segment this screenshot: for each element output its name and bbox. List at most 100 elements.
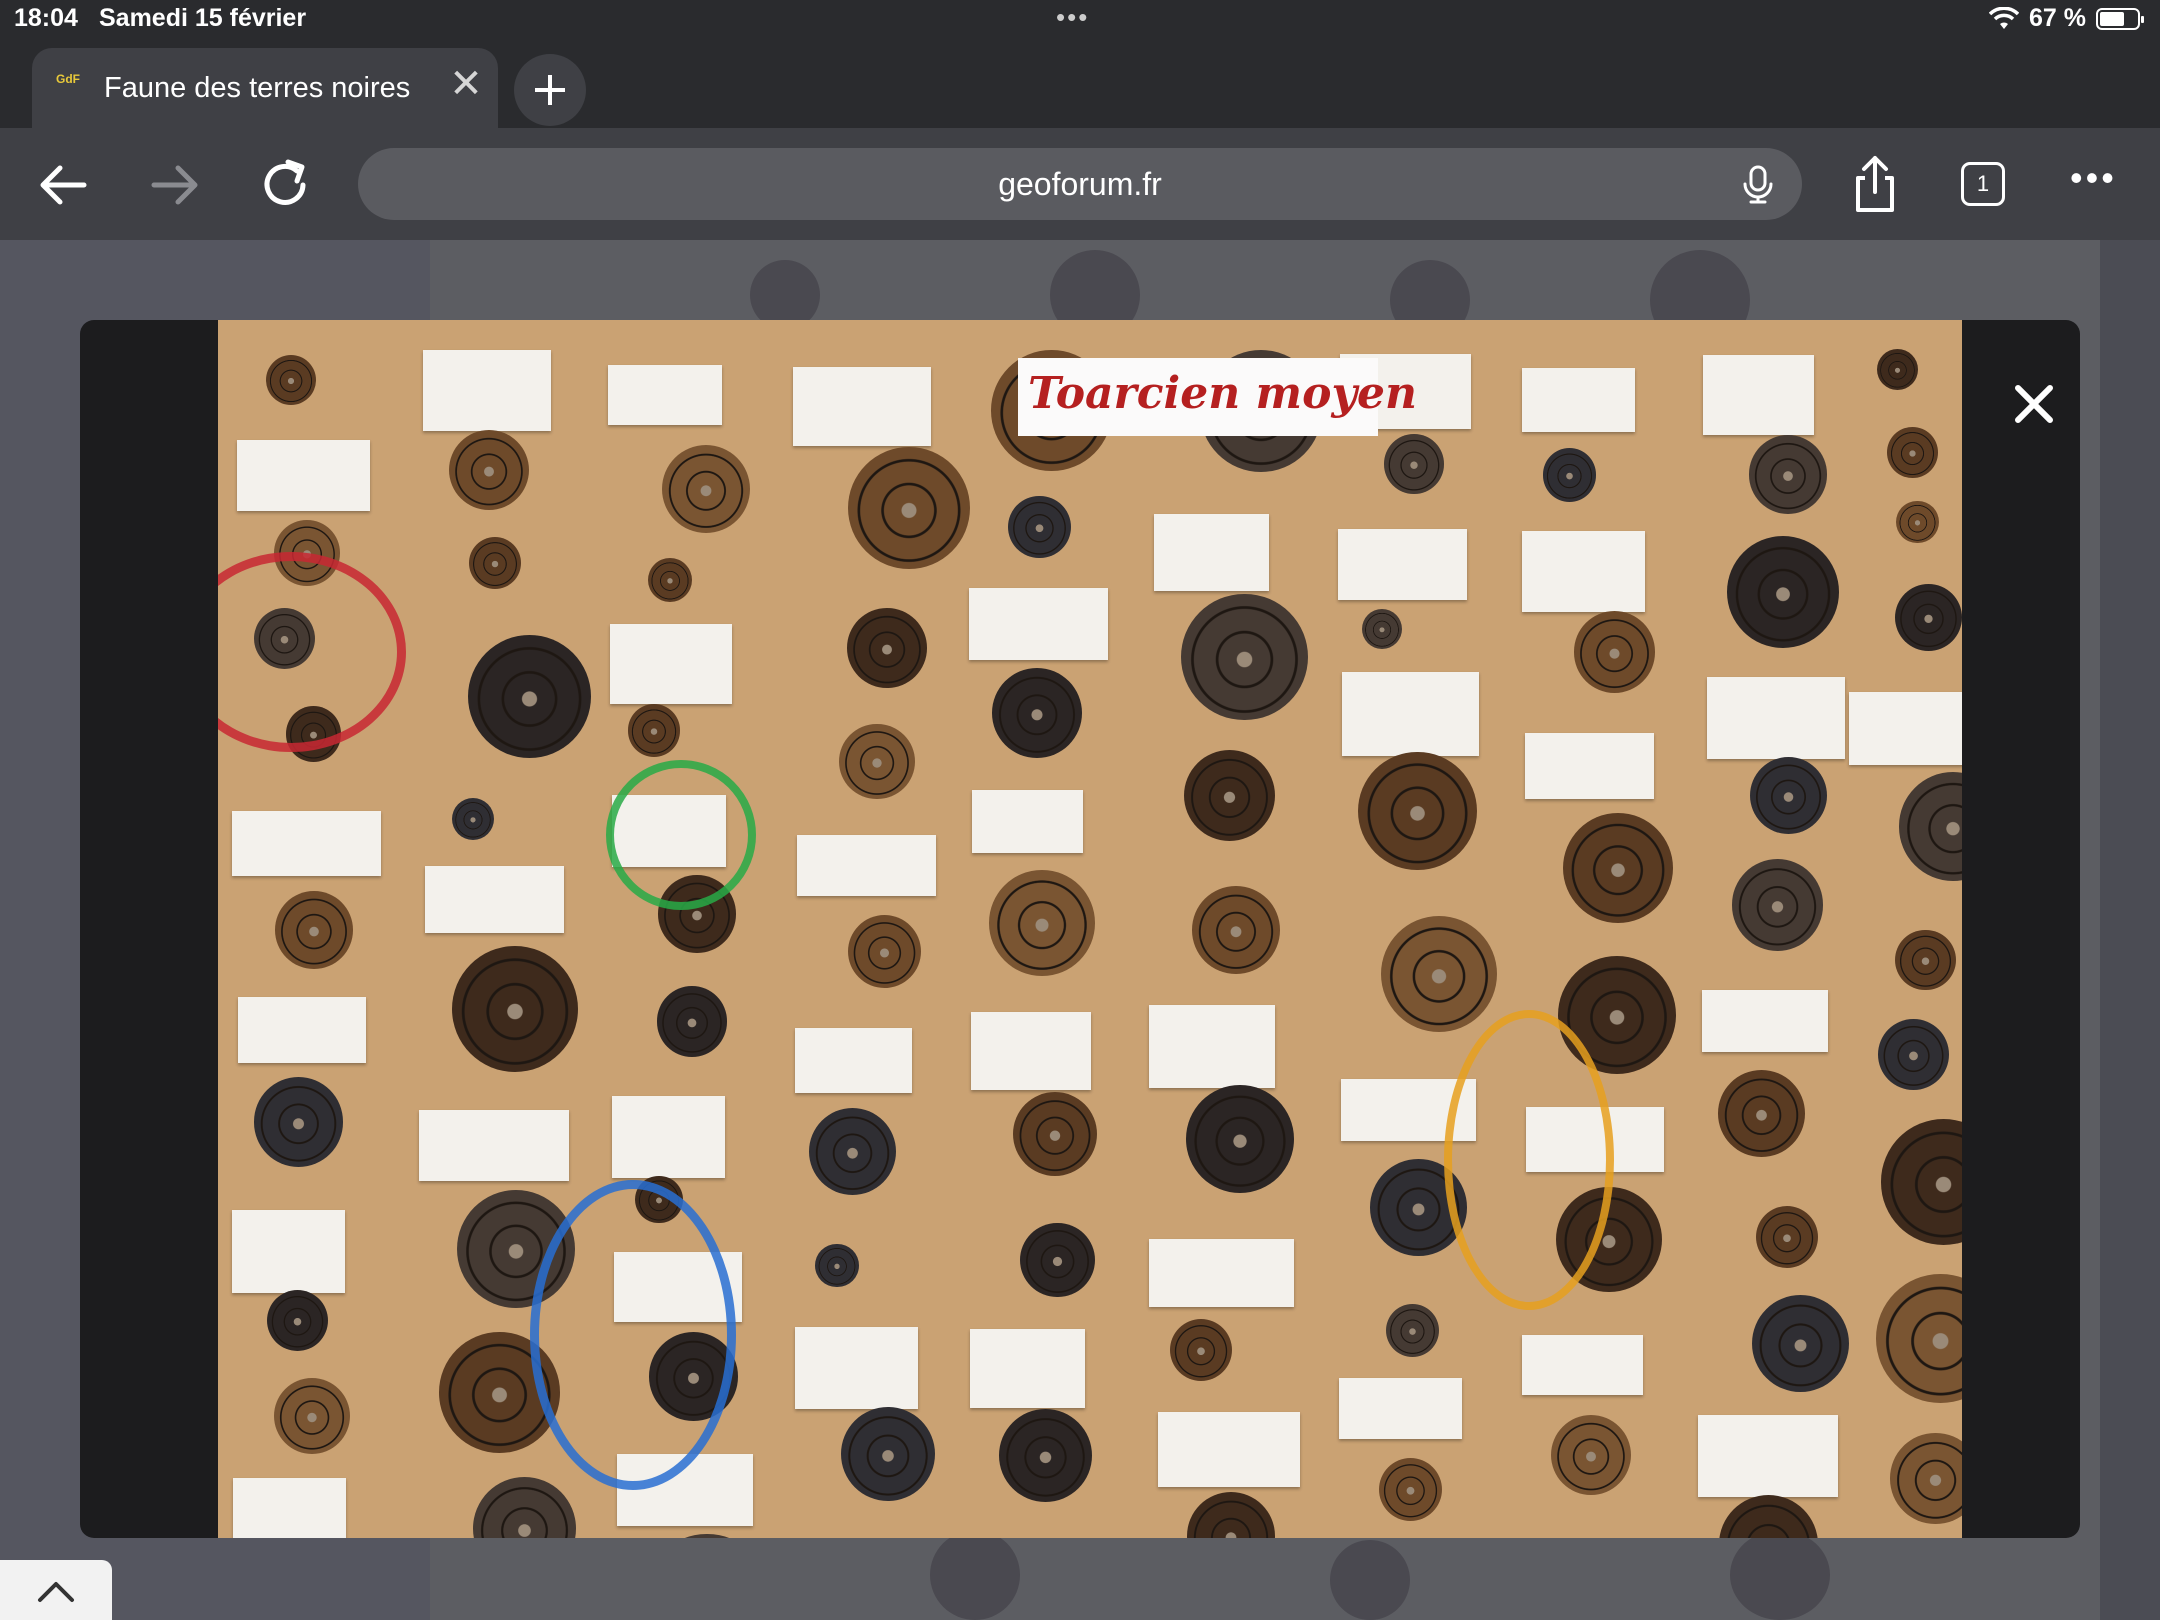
ammonite-fossil xyxy=(841,1406,936,1501)
ammonite-fossil xyxy=(1876,1274,1962,1403)
ammonite-fossil xyxy=(1718,1069,1805,1157)
ammonite-fossil xyxy=(472,1477,576,1538)
close-icon[interactable] xyxy=(2004,374,2064,434)
tab-active[interactable]: GdF Faune des terres noires ✕ xyxy=(32,48,498,130)
ammonite-fossil xyxy=(1379,1457,1443,1521)
specimen-label xyxy=(418,1109,569,1182)
blue-circle-annotation xyxy=(530,1180,736,1490)
forward-arrow-icon[interactable] xyxy=(140,150,210,220)
ammonite-fossil xyxy=(274,1378,351,1455)
ammonite-fossil xyxy=(1898,772,1962,881)
tab-close-icon[interactable]: ✕ xyxy=(444,62,488,106)
ammonite-fossil xyxy=(846,607,927,688)
specimen-label xyxy=(968,588,1109,660)
specimen-label xyxy=(424,866,565,933)
specimen-label xyxy=(236,440,371,511)
page-content: Toarcien moyen xyxy=(0,240,2160,1620)
green-circle-annotation xyxy=(606,760,756,910)
ammonite-fossil xyxy=(1896,500,1939,544)
ammonite-fossil xyxy=(1013,1091,1098,1177)
ammonite-fossil xyxy=(468,537,521,590)
battery-icon xyxy=(2096,7,2144,30)
address-bar[interactable]: geoforum.fr xyxy=(358,148,1802,220)
ammonite-fossil xyxy=(1361,608,1403,649)
share-icon[interactable] xyxy=(1840,150,1910,220)
battery-fill xyxy=(2100,11,2124,26)
specimen-label xyxy=(611,1095,725,1178)
ammonite-fossil xyxy=(1573,611,1656,693)
ammonite-fossil xyxy=(1183,750,1275,842)
chevron-up-icon xyxy=(38,1582,74,1602)
specimen-label xyxy=(1157,1411,1301,1488)
specimen-label xyxy=(794,1027,912,1093)
specimen-label xyxy=(792,366,932,447)
specimen-label xyxy=(608,364,722,426)
red-circle-annotation xyxy=(218,552,406,752)
mic-icon[interactable] xyxy=(1736,162,1780,206)
ammonite-fossil xyxy=(1358,751,1477,871)
specimen-label xyxy=(971,790,1084,854)
more-icon[interactable]: ••• xyxy=(2070,160,2117,196)
ammonite-fossil xyxy=(1380,915,1498,1032)
specimen-label xyxy=(231,1209,345,1293)
status-date: Samedi 15 février xyxy=(99,4,307,32)
new-tab-button[interactable] xyxy=(514,54,586,126)
specimen-label xyxy=(1702,989,1828,1053)
ammonite-fossil xyxy=(1542,448,1596,502)
status-indicators: 67 % xyxy=(1989,4,2144,33)
tab-strip: GdF Faune des terres noires ✕ xyxy=(0,40,2160,130)
ammonite-fossil xyxy=(1894,929,1956,991)
ammonite-fossil xyxy=(1890,1433,1962,1524)
tabs-icon[interactable]: 1 xyxy=(1961,162,2005,206)
back-arrow-icon[interactable] xyxy=(28,150,98,220)
specimen-label xyxy=(1698,1415,1838,1497)
ammonite-fossil xyxy=(448,429,530,511)
specimen-label xyxy=(1339,1377,1463,1440)
ammonite-fossil xyxy=(808,1107,897,1195)
status-time: 18:04 xyxy=(14,4,78,32)
ammonite-fossil xyxy=(1181,593,1308,721)
ammonite-fossil xyxy=(1562,812,1673,924)
specimen-label xyxy=(1148,1238,1295,1308)
specimen-label xyxy=(795,1326,918,1410)
specimen-label xyxy=(610,624,733,704)
orange-circle-annotation xyxy=(1444,1010,1614,1310)
ammonite-fossil xyxy=(628,704,681,757)
specimen-label xyxy=(232,811,381,876)
ammonite-fossil xyxy=(265,354,317,406)
scroll-up-button[interactable] xyxy=(0,1560,112,1620)
battery-percent: 67 % xyxy=(2029,4,2086,32)
reload-icon[interactable] xyxy=(250,150,320,220)
ammonite-fossil xyxy=(452,797,495,840)
ammonite-fossil xyxy=(274,891,353,969)
specimen-label xyxy=(1522,531,1645,612)
specimen-label xyxy=(796,834,936,896)
ammonite-fossil xyxy=(646,1533,768,1538)
specimen-label xyxy=(1338,528,1468,601)
url-text: geoforum.fr xyxy=(998,166,1162,202)
specimen-label xyxy=(971,1011,1091,1091)
specimen-label xyxy=(1703,354,1815,435)
ammonite-fossil xyxy=(1727,536,1840,648)
ammonite-fossil xyxy=(1755,1205,1819,1269)
ammonite-fossil xyxy=(1894,584,1962,652)
specimen-label xyxy=(1153,513,1270,592)
ammonite-fossil xyxy=(1008,495,1071,559)
ammonite-fossil xyxy=(1718,1495,1818,1538)
ammonite-fossil xyxy=(1748,434,1828,514)
ammonite-fossil xyxy=(1386,1304,1440,1358)
tab-favicon: GdF xyxy=(56,72,80,86)
specimen-label xyxy=(1342,671,1480,756)
ammonite-fossil xyxy=(815,1243,859,1287)
ammonite-fossil xyxy=(992,668,1082,758)
ammonite-fossil xyxy=(1170,1318,1233,1382)
multitasking-dots-icon[interactable]: ••• xyxy=(1056,2,1089,33)
ammonite-fossil xyxy=(254,1077,344,1167)
specimen-label xyxy=(1149,1005,1275,1089)
ammonite-fossil xyxy=(1550,1414,1632,1496)
specimen-label xyxy=(970,1329,1086,1408)
ammonite-fossil xyxy=(1384,434,1444,494)
ammonite-fossil xyxy=(1877,348,1919,391)
ammonite-fossil xyxy=(1749,756,1827,835)
image-viewer-modal: Toarcien moyen xyxy=(80,320,2080,1538)
